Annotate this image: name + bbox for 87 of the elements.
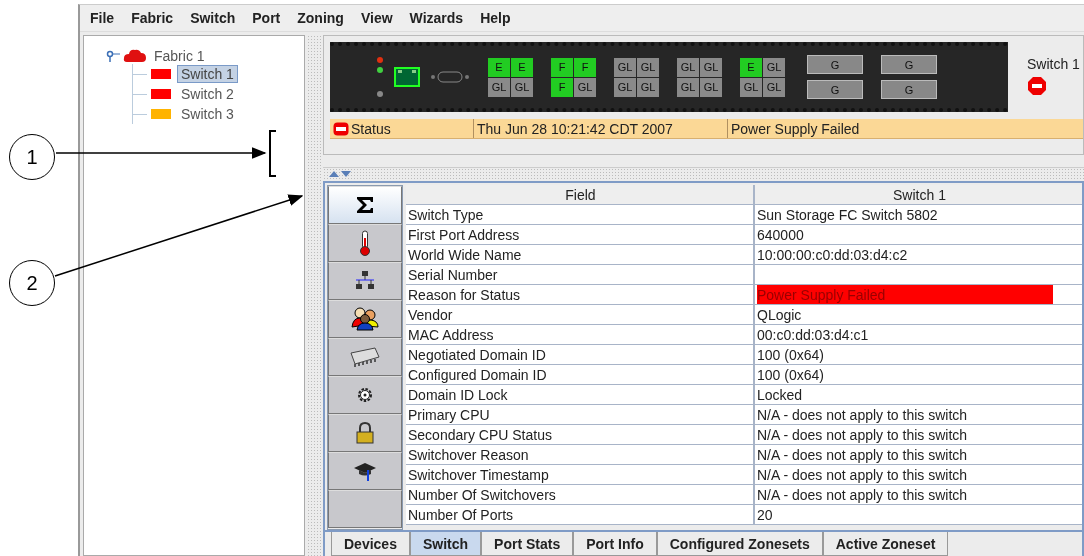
port[interactable]: GL xyxy=(511,77,533,97)
tab[interactable]: Active Zoneset xyxy=(822,532,949,556)
port[interactable]: GL xyxy=(700,77,722,97)
ethernet-port-icon[interactable] xyxy=(394,67,420,87)
port[interactable]: F xyxy=(551,57,573,77)
table-cell: 10:00:00:c0:dd:03:d4:c2 xyxy=(757,245,908,264)
users-icon xyxy=(351,307,379,331)
callout-number: 2 xyxy=(9,260,55,306)
tab[interactable]: Port Info xyxy=(573,532,657,556)
port[interactable]: F xyxy=(574,57,596,77)
table-cell: Sun Storage FC Switch 5802 xyxy=(757,205,938,224)
view-button[interactable] xyxy=(328,262,402,300)
table-cell: N/A - does not apply to this switch xyxy=(757,445,968,464)
table-cell: 00:c0:dd:03:d4:c1 xyxy=(757,325,869,344)
padlock-icon xyxy=(356,422,374,444)
table-cell: 100 (0x64) xyxy=(757,365,824,384)
menu-item[interactable]: Fabric xyxy=(131,10,174,26)
port[interactable]: GL xyxy=(488,77,510,97)
table-cell: QLogic xyxy=(757,305,802,324)
menu-item[interactable]: View xyxy=(360,10,393,26)
status-message: Power Supply Failed xyxy=(731,120,860,137)
port[interactable]: GL xyxy=(700,57,722,77)
table-cell: N/A - does not apply to this switch xyxy=(757,405,968,424)
status-time: Thu Jun 28 10:21:42 CDT 2007 xyxy=(477,120,673,137)
bracket xyxy=(269,130,277,177)
port[interactable]: GL xyxy=(763,57,785,77)
tree-item[interactable]: Switch 3 xyxy=(177,105,238,123)
table-cell: Power Supply Failed xyxy=(757,285,1053,304)
port[interactable]: GL xyxy=(614,77,636,97)
port[interactable]: GL xyxy=(740,77,762,97)
table-cell: Locked xyxy=(757,385,803,404)
error-icon xyxy=(333,121,349,136)
port[interactable]: G xyxy=(881,80,937,99)
menu-item[interactable]: Help xyxy=(480,10,511,26)
tree-expander-icon[interactable] xyxy=(106,50,120,62)
tree-item[interactable]: Switch 1 xyxy=(177,65,238,83)
port[interactable]: GL xyxy=(574,77,596,97)
led-icon xyxy=(376,90,384,98)
table-cell: 640000 xyxy=(757,225,804,244)
tab[interactable]: Devices xyxy=(331,532,410,556)
led-icon xyxy=(376,56,384,76)
table-cell: N/A - does not apply to this switch xyxy=(757,485,968,504)
menu-item[interactable]: Zoning xyxy=(297,10,344,26)
network-icon xyxy=(354,270,376,292)
sigma-icon xyxy=(355,195,375,215)
tab[interactable]: Port Stats xyxy=(481,532,574,556)
callout-number: 1 xyxy=(9,134,55,180)
port[interactable]: GL xyxy=(614,57,636,77)
collapse-arrows-icon[interactable] xyxy=(329,170,351,177)
view-button[interactable] xyxy=(328,300,402,338)
tree-item[interactable]: Switch 2 xyxy=(177,85,238,103)
port[interactable]: GL xyxy=(637,77,659,97)
menu-item[interactable]: Port xyxy=(252,10,281,26)
port[interactable]: E xyxy=(740,57,762,77)
tab[interactable]: Configured Zonesets xyxy=(656,532,823,556)
port[interactable]: G xyxy=(881,55,937,74)
port[interactable]: G xyxy=(807,80,863,99)
port[interactable]: GL xyxy=(763,77,785,97)
port[interactable]: GL xyxy=(677,57,699,77)
graduation-cap-icon xyxy=(353,460,377,482)
error-icon xyxy=(1027,76,1047,96)
table-cell: N/A - does not apply to this switch xyxy=(757,425,968,444)
port[interactable]: G xyxy=(807,55,863,74)
status-label: Status xyxy=(351,120,391,137)
table-cell: 100 (0x64) xyxy=(757,345,824,364)
menu-item[interactable]: Switch xyxy=(190,10,236,26)
thermometer-icon xyxy=(359,230,371,256)
port[interactable]: F xyxy=(551,77,573,97)
port[interactable]: E xyxy=(511,57,533,77)
table-cell: N/A - does not apply to this switch xyxy=(757,465,968,484)
serial-port-icon[interactable] xyxy=(430,71,470,83)
menu-item[interactable]: Wizards xyxy=(409,10,464,26)
tree-item[interactable]: Fabric 1 xyxy=(150,47,209,65)
menu-item[interactable]: File xyxy=(90,10,115,26)
view-button[interactable] xyxy=(328,452,402,490)
tab[interactable]: Switch xyxy=(409,532,482,556)
switch-name: Switch 1 xyxy=(1027,56,1080,72)
gear-icon xyxy=(355,385,375,405)
port[interactable]: GL xyxy=(677,77,699,97)
port[interactable]: GL xyxy=(637,57,659,77)
table-cell: Number Of Ports xyxy=(406,505,755,524)
port[interactable]: E xyxy=(488,57,510,77)
cloud-icon xyxy=(123,48,147,64)
view-button[interactable] xyxy=(328,186,402,224)
table-cell: 20 xyxy=(757,505,773,524)
column-header[interactable]: Switch 1 xyxy=(755,185,1082,204)
chip-icon xyxy=(349,345,381,369)
